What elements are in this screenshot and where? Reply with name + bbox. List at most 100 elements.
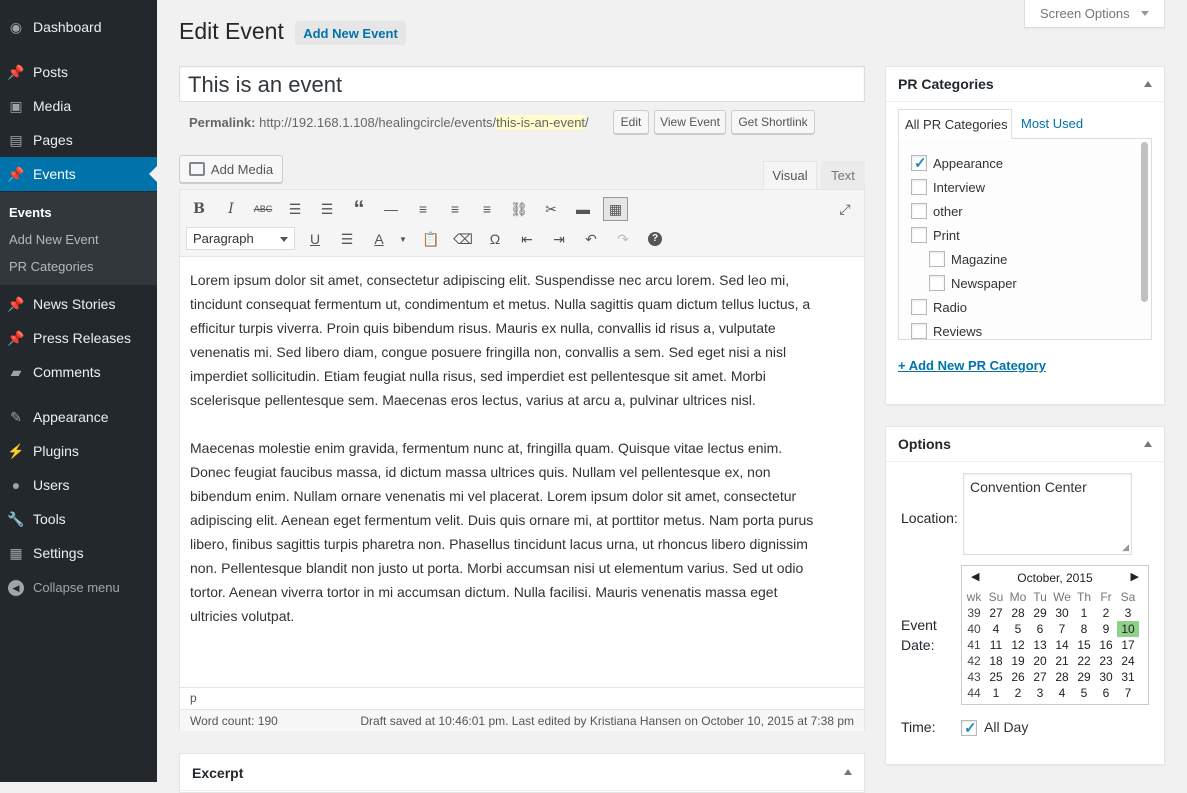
calendar-day[interactable]: 14 — [1051, 637, 1073, 653]
category-checkbox[interactable]: ✓ — [911, 155, 927, 172]
blockquote-icon[interactable]: “ — [348, 196, 370, 221]
link-icon[interactable]: ⛓ — [508, 198, 530, 220]
tab-visual[interactable]: Visual — [763, 161, 817, 189]
calendar-day[interactable]: 7 — [1051, 621, 1073, 637]
sidebar-item-posts[interactable]: 📌 Posts — [0, 55, 157, 89]
category-checkbox[interactable] — [911, 299, 927, 315]
calendar-day[interactable]: 19 — [1007, 653, 1029, 669]
options-title[interactable]: Options — [886, 427, 1164, 462]
add-new-event-button[interactable]: Add New Event — [295, 21, 406, 45]
calendar-day[interactable]: 27 — [1029, 669, 1051, 685]
calendar-day[interactable]: 22 — [1073, 653, 1095, 669]
calendar-day[interactable]: 30 — [1095, 669, 1117, 685]
calendar-day[interactable]: 4 — [985, 621, 1007, 637]
calendar-day[interactable]: 16 — [1095, 637, 1117, 653]
tab-text[interactable]: Text — [821, 161, 865, 189]
pr-categories-list[interactable]: ✓ Appearance Interview other Print Magazine Ne… — [898, 138, 1152, 340]
align-right-icon[interactable]: ≡ — [476, 198, 498, 220]
calendar-day[interactable]: 11 — [985, 637, 1007, 653]
collapse-arrow-icon[interactable] — [844, 769, 852, 775]
numbered-list-icon[interactable]: ☰ — [316, 198, 338, 220]
calendar-day[interactable]: 1 — [985, 685, 1007, 701]
get-shortlink-button[interactable]: Get Shortlink — [731, 110, 815, 134]
calendar-day[interactable]: 2 — [1007, 685, 1029, 701]
outdent-icon[interactable]: ⇤ — [516, 228, 538, 250]
calendar-day[interactable]: 13 — [1029, 637, 1051, 653]
align-center-icon[interactable]: ≡ — [444, 198, 466, 220]
horizontal-line-icon[interactable]: — — [380, 198, 402, 220]
sidebar-item-pages[interactable]: ▤ Pages — [0, 123, 157, 157]
help-icon[interactable]: ? — [644, 228, 666, 250]
pr-categories-title[interactable]: PR Categories — [886, 67, 1164, 102]
calendar-day[interactable]: 26 — [1007, 669, 1029, 685]
clear-formatting-icon[interactable]: ⌫ — [452, 228, 474, 250]
calendar-day[interactable]: 23 — [1095, 653, 1117, 669]
submenu-pr-categories[interactable]: PR Categories — [9, 259, 94, 274]
calendar-day[interactable]: 8 — [1073, 621, 1095, 637]
sidebar-item-events[interactable]: 📌 Events — [0, 157, 157, 191]
calendar-day[interactable]: 18 — [985, 653, 1007, 669]
collapse-arrow-icon[interactable] — [1144, 441, 1152, 447]
calendar-day[interactable]: 6 — [1095, 685, 1117, 701]
calendar-day[interactable]: 31 — [1117, 669, 1139, 685]
calendar-day[interactable]: 4 — [1051, 685, 1073, 701]
category-checkbox[interactable] — [911, 227, 927, 243]
unlink-icon[interactable]: ✂ — [540, 198, 562, 220]
sidebar-item-settings[interactable]: ▦ Settings — [0, 536, 157, 570]
sidebar-item-plugins[interactable]: ⚡ Plugins — [0, 434, 157, 468]
view-event-button[interactable]: View Event — [654, 110, 726, 134]
collapse-arrow-icon[interactable] — [1144, 81, 1152, 87]
calendar-day[interactable]: 7 — [1117, 685, 1139, 701]
calendar-day[interactable]: 5 — [1007, 621, 1029, 637]
bold-icon[interactable]: B — [188, 198, 210, 220]
calendar-next-button[interactable]: ▶ — [1131, 570, 1139, 583]
special-character-icon[interactable]: Ω — [484, 228, 506, 250]
format-select[interactable]: Paragraph — [186, 227, 295, 250]
calendar-day[interactable]: 20 — [1029, 653, 1051, 669]
calendar-day[interactable]: 3 — [1117, 605, 1139, 621]
category-checkbox[interactable] — [929, 275, 945, 291]
category-checkbox[interactable] — [911, 203, 927, 219]
align-left-icon[interactable]: ≡ — [412, 198, 434, 220]
add-new-pr-category-link[interactable]: + Add New PR Category — [898, 358, 1046, 373]
category-checkbox[interactable] — [911, 323, 927, 339]
date-picker[interactable]: ◀ October, 2015 ▶ wk Su Mo Tu We Th Fr Sa 39 27 28… — [961, 565, 1149, 705]
submenu-events[interactable]: Events — [9, 205, 52, 220]
add-media-button[interactable]: Add Media — [179, 155, 283, 183]
screen-options-button[interactable]: Screen Options — [1024, 0, 1165, 28]
strikethrough-icon[interactable]: ABC — [252, 198, 274, 220]
calendar-day[interactable]: 21 — [1051, 653, 1073, 669]
tab-most-used[interactable]: Most Used — [1021, 116, 1083, 131]
underline-icon[interactable]: U — [304, 228, 326, 250]
read-more-icon[interactable]: ▬ — [572, 198, 594, 220]
calendar-day[interactable]: 25 — [985, 669, 1007, 685]
category-checkbox[interactable] — [929, 251, 945, 267]
sidebar-item-press-releases[interactable]: 📌 Press Releases — [0, 321, 157, 355]
calendar-day[interactable]: 28 — [1007, 605, 1029, 621]
italic-icon[interactable]: I — [220, 198, 242, 220]
calendar-day[interactable]: 29 — [1073, 669, 1095, 685]
fullscreen-icon[interactable]: ⤢ — [834, 198, 856, 220]
calendar-day[interactable]: 28 — [1051, 669, 1073, 685]
bullet-list-icon[interactable]: ☰ — [284, 198, 306, 220]
sidebar-item-tools[interactable]: 🔧 Tools — [0, 502, 157, 536]
sidebar-item-appearance[interactable]: ✎ Appearance — [0, 400, 157, 434]
calendar-day[interactable]: 3 — [1029, 685, 1051, 701]
calendar-day[interactable]: 30 — [1051, 605, 1073, 621]
sidebar-item-news-stories[interactable]: 📌 News Stories — [0, 287, 157, 321]
category-checkbox[interactable] — [911, 179, 927, 195]
calendar-day[interactable]: 12 — [1007, 637, 1029, 653]
all-day-checkbox[interactable]: ✓ — [961, 720, 977, 737]
calendar-day[interactable]: 9 — [1095, 621, 1117, 637]
editor-content[interactable]: Lorem ipsum dolor sit amet, consectetur … — [190, 268, 822, 628]
toolbar-toggle-icon[interactable]: ▦ — [603, 197, 628, 221]
calendar-day[interactable]: 2 — [1095, 605, 1117, 621]
collapse-menu-button[interactable]: ◀ Collapse menu — [0, 571, 157, 605]
permalink-edit-button[interactable]: Edit — [613, 110, 649, 134]
calendar-day[interactable]: 5 — [1073, 685, 1095, 701]
calendar-day[interactable]: 24 — [1117, 653, 1139, 669]
resize-handle-icon[interactable]: ◢ — [1122, 542, 1129, 553]
redo-icon[interactable]: ↷ — [612, 228, 634, 250]
location-textarea[interactable]: Convention Center ◢ — [963, 473, 1132, 555]
sidebar-item-comments[interactable]: ▰ Comments — [0, 355, 157, 389]
